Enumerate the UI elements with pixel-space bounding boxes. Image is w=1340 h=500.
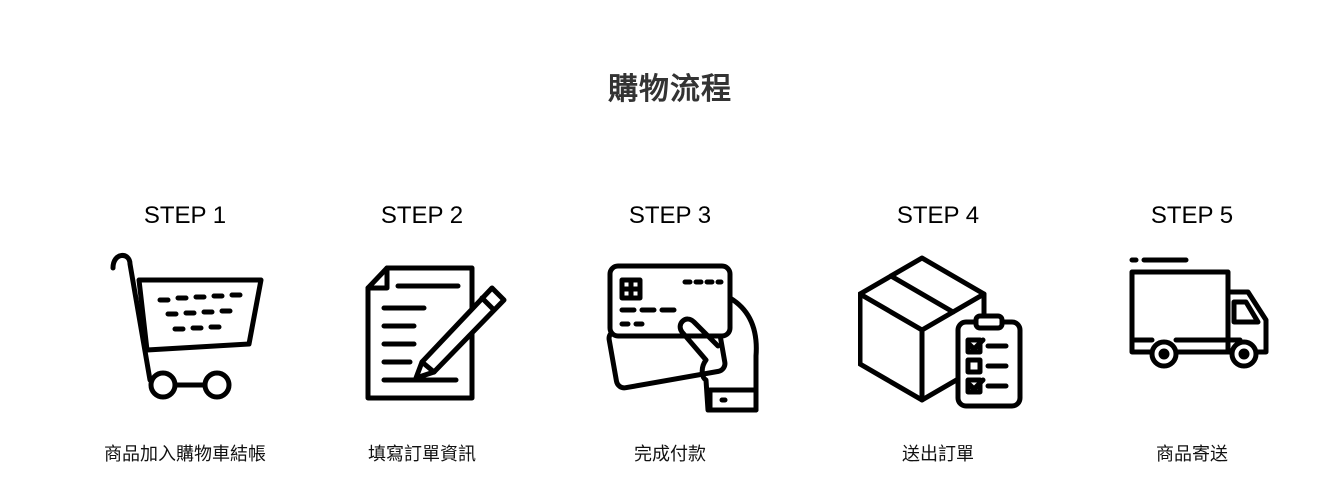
step-label: STEP 3: [628, 202, 712, 229]
step-label: STEP 4: [896, 202, 980, 229]
box-clipboard-icon: [858, 250, 1028, 415]
step-caption: 商品加入購物車結帳: [104, 444, 266, 464]
step-caption: 商品寄送: [1156, 444, 1228, 464]
step-5: STEP 5 商品寄送: [1092, 200, 1292, 480]
delivery-truck-icon: [1112, 250, 1282, 415]
shopping-cart-icon: [105, 250, 275, 415]
shopping-process-section: 購物流程 STEP 1 商品加入購物車結帳 STEP 2 填寫訂單資訊 STEP…: [0, 0, 1340, 500]
step-label: STEP 5: [1150, 202, 1234, 229]
step-caption: 完成付款: [634, 444, 706, 464]
step-label: STEP 1: [143, 202, 227, 229]
step-4: STEP 4 送出訂單: [838, 200, 1038, 480]
document-pencil-icon: [342, 250, 512, 415]
section-title: 購物流程: [608, 73, 732, 106]
step-3: STEP 3 完成付款: [570, 200, 770, 480]
step-2: STEP 2 填寫訂單資訊: [322, 200, 522, 480]
step-caption: 填寫訂單資訊: [368, 444, 476, 464]
step-1: STEP 1 商品加入購物車結帳: [85, 200, 285, 480]
credit-card-hand-icon: [590, 250, 760, 415]
step-label: STEP 2: [380, 202, 464, 229]
step-caption: 送出訂單: [902, 444, 974, 464]
